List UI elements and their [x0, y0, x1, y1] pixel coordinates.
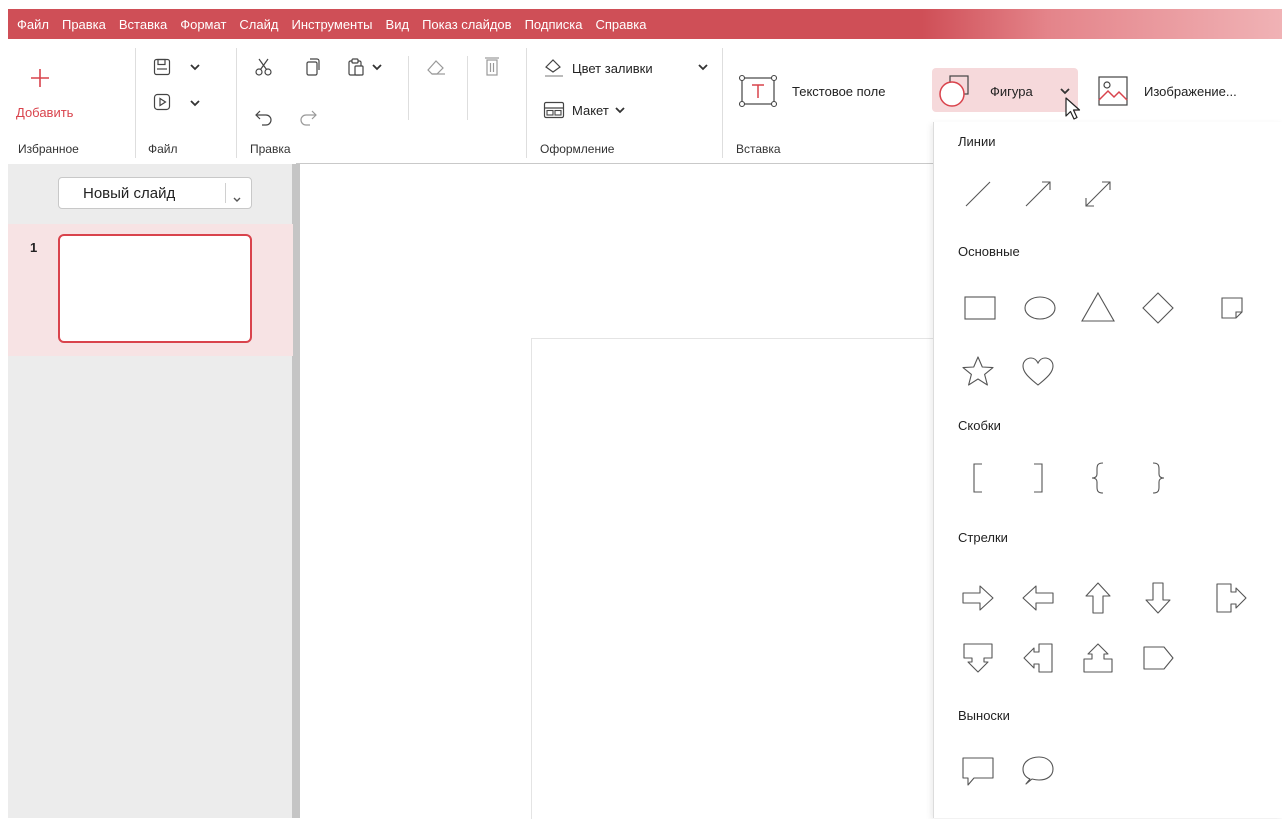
- fill-color-icon[interactable]: [542, 55, 566, 79]
- ellipse-icon[interactable]: [1022, 290, 1058, 326]
- right-arrow-icon[interactable]: [960, 580, 996, 616]
- group-label-file: Файл: [148, 142, 178, 156]
- section-title-brackets: Скобки: [958, 418, 1001, 433]
- ribbon-separator: [467, 56, 468, 120]
- menu-items: Файл Правка Вставка Формат Слайд Инструм…: [17, 9, 659, 39]
- layout-icon[interactable]: [543, 100, 565, 120]
- section-title-lines: Линии: [958, 134, 996, 149]
- section-title-arrows: Стрелки: [958, 530, 1008, 545]
- up-arrow-callout-icon[interactable]: [1080, 640, 1116, 676]
- menu-tools[interactable]: Инструменты: [291, 17, 372, 32]
- text-box-icon[interactable]: [738, 74, 778, 108]
- cut-icon[interactable]: [254, 57, 274, 77]
- delete-icon[interactable]: [482, 55, 502, 77]
- add-button[interactable]: Добавить: [16, 105, 73, 120]
- section-title-callouts: Выноски: [958, 708, 1010, 723]
- group-label-insert: Вставка: [736, 142, 781, 156]
- star-icon[interactable]: [960, 354, 996, 390]
- down-arrow-callout-icon[interactable]: [960, 640, 996, 676]
- plus-icon[interactable]: [30, 68, 50, 88]
- chevron-down-icon[interactable]: [190, 64, 200, 71]
- save-icon[interactable]: [152, 57, 172, 77]
- slide-canvas[interactable]: [531, 338, 942, 819]
- ribbon-separator: [722, 48, 723, 158]
- left-brace-icon[interactable]: [1080, 460, 1116, 496]
- shape-button-label[interactable]: Фигура: [990, 84, 1033, 99]
- group-label-design: Оформление: [540, 142, 615, 156]
- ribbon-separator: [135, 48, 136, 158]
- group-label-favorites: Избранное: [18, 142, 79, 156]
- chevron-down-icon[interactable]: [233, 190, 241, 208]
- fill-color-button[interactable]: Цвет заливки: [572, 61, 653, 76]
- redo-icon[interactable]: [298, 108, 318, 126]
- menu-bar-gradient: [922, 9, 1282, 39]
- new-slide-button[interactable]: Новый слайд: [58, 177, 252, 209]
- triangle-icon[interactable]: [1080, 290, 1116, 326]
- menu-edit[interactable]: Правка: [62, 17, 106, 32]
- line-icon[interactable]: [960, 176, 996, 212]
- chevron-down-icon[interactable]: [615, 107, 625, 114]
- ribbon-separator: [408, 56, 409, 120]
- button-divider: [225, 183, 226, 203]
- arrow-line-icon[interactable]: [1020, 176, 1056, 212]
- right-brace-icon[interactable]: [1140, 460, 1176, 496]
- down-arrow-icon[interactable]: [1140, 580, 1176, 616]
- left-arrow-callout-icon[interactable]: [1020, 640, 1056, 676]
- group-label-edit: Правка: [250, 142, 291, 156]
- rectangular-callout-icon[interactable]: [960, 752, 996, 788]
- mouse-cursor-icon: [1064, 96, 1082, 122]
- shape-dropdown: Линии Основные Скобки Стрелки Выноски: [933, 122, 1282, 818]
- image-icon[interactable]: [1096, 74, 1130, 108]
- shape-icon[interactable]: [936, 74, 972, 108]
- chevron-down-icon[interactable]: [372, 64, 382, 71]
- menu-format[interactable]: Формат: [180, 17, 226, 32]
- right-arrow-callout-icon[interactable]: [1214, 580, 1250, 616]
- double-arrow-line-icon[interactable]: [1080, 176, 1116, 212]
- slide-number: 1: [30, 240, 38, 255]
- left-arrow-icon[interactable]: [1020, 580, 1056, 616]
- menu-file[interactable]: Файл: [17, 17, 49, 32]
- pentagon-arrow-icon[interactable]: [1140, 640, 1176, 676]
- section-title-basic: Основные: [958, 244, 1020, 259]
- chevron-down-icon[interactable]: [698, 64, 708, 71]
- menu-subscription[interactable]: Подписка: [525, 17, 583, 32]
- folded-corner-icon[interactable]: [1214, 290, 1250, 326]
- chevron-down-icon[interactable]: [190, 100, 200, 107]
- diamond-icon[interactable]: [1140, 290, 1176, 326]
- layout-button[interactable]: Макет: [572, 103, 609, 118]
- left-bracket-icon[interactable]: [960, 460, 996, 496]
- heart-icon[interactable]: [1020, 354, 1056, 390]
- ribbon-separator: [526, 48, 527, 158]
- menu-bar: Файл Правка Вставка Формат Слайд Инструм…: [8, 9, 1282, 39]
- new-slide-label: Новый слайд: [83, 185, 176, 202]
- eraser-icon[interactable]: [425, 57, 447, 77]
- menu-insert[interactable]: Вставка: [119, 17, 167, 32]
- text-box-button[interactable]: Текстовое поле: [792, 84, 885, 99]
- image-button[interactable]: Изображение...: [1144, 84, 1237, 99]
- oval-callout-icon[interactable]: [1020, 752, 1056, 788]
- slide-thumbnail[interactable]: [58, 234, 252, 343]
- menu-slide[interactable]: Слайд: [239, 17, 278, 32]
- chevron-down-icon[interactable]: [1060, 88, 1070, 95]
- up-arrow-icon[interactable]: [1080, 580, 1116, 616]
- undo-icon[interactable]: [254, 108, 274, 126]
- paste-icon[interactable]: [346, 57, 366, 77]
- menu-slideshow[interactable]: Показ слайдов: [422, 17, 512, 32]
- right-bracket-icon[interactable]: [1020, 460, 1056, 496]
- rectangle-icon[interactable]: [962, 290, 998, 326]
- play-icon[interactable]: [152, 92, 172, 112]
- menu-view[interactable]: Вид: [386, 17, 410, 32]
- panel-splitter[interactable]: [292, 164, 300, 818]
- copy-icon[interactable]: [302, 57, 322, 77]
- ribbon-separator: [236, 48, 237, 158]
- menu-help[interactable]: Справка: [595, 17, 646, 32]
